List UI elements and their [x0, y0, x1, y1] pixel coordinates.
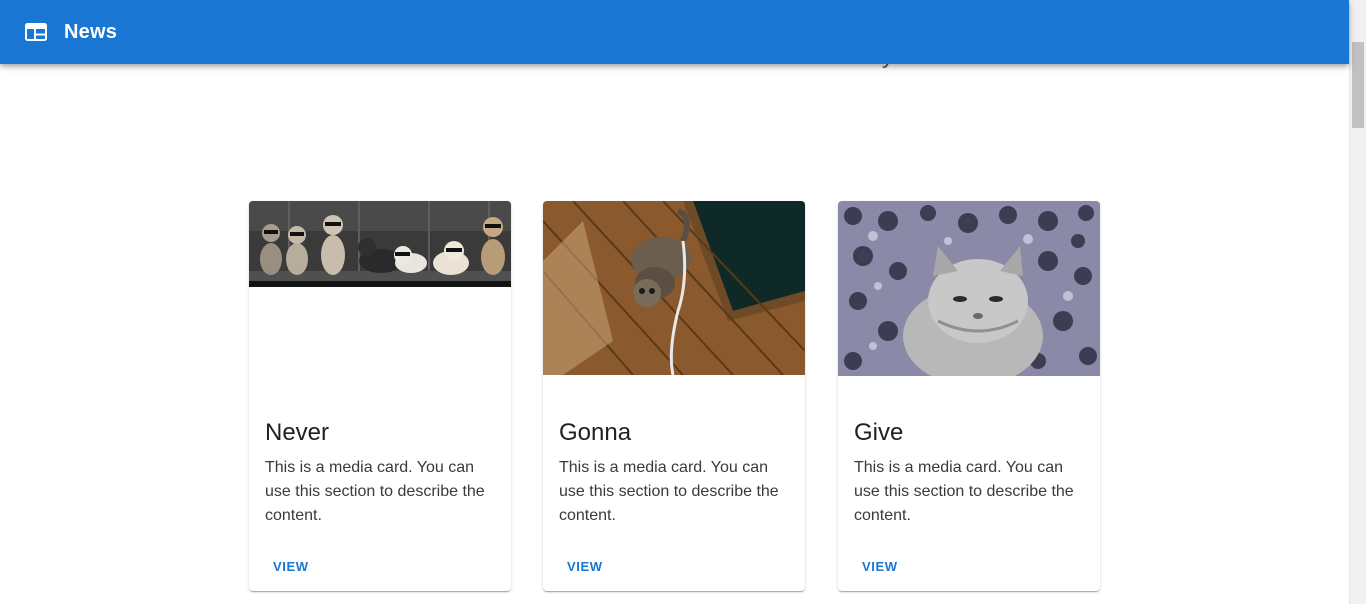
news-card: Gonna This is a media card. You can use … — [543, 201, 805, 591]
card-description: This is a media card. You can use this s… — [854, 459, 1074, 524]
card-description: This is a media card. You can use this s… — [559, 459, 779, 524]
app-bar: News — [0, 0, 1349, 64]
cat-wooden-floor-image — [543, 201, 805, 375]
page-content: Some of the latest news articles for tod… — [0, 0, 1349, 604]
card-description: This is a media card. You can use this s… — [265, 459, 485, 524]
cats-sunglasses-image — [249, 201, 511, 287]
view-button[interactable]: VIEW — [551, 551, 619, 583]
scrollbar-thumb[interactable] — [1352, 42, 1364, 128]
app-title: News — [64, 20, 118, 43]
newspaper-layout-icon[interactable] — [24, 20, 48, 44]
vertical-scrollbar[interactable] — [1349, 0, 1366, 604]
card-image[interactable] — [249, 201, 511, 287]
card-title: Gonna — [559, 419, 632, 446]
news-card: Give This is a media card. You can use t… — [838, 201, 1100, 591]
card-image[interactable] — [543, 201, 805, 375]
browser-viewport: Some of the latest news articles for tod… — [0, 0, 1366, 604]
view-button[interactable]: VIEW — [257, 551, 325, 583]
fluffy-cat-image — [838, 201, 1100, 376]
view-button[interactable]: VIEW — [846, 551, 914, 583]
card-title: Never — [265, 419, 330, 446]
card-image[interactable] — [838, 201, 1100, 376]
news-card: Never This is a media card. You can use … — [249, 201, 511, 591]
card-title: Give — [854, 419, 904, 446]
